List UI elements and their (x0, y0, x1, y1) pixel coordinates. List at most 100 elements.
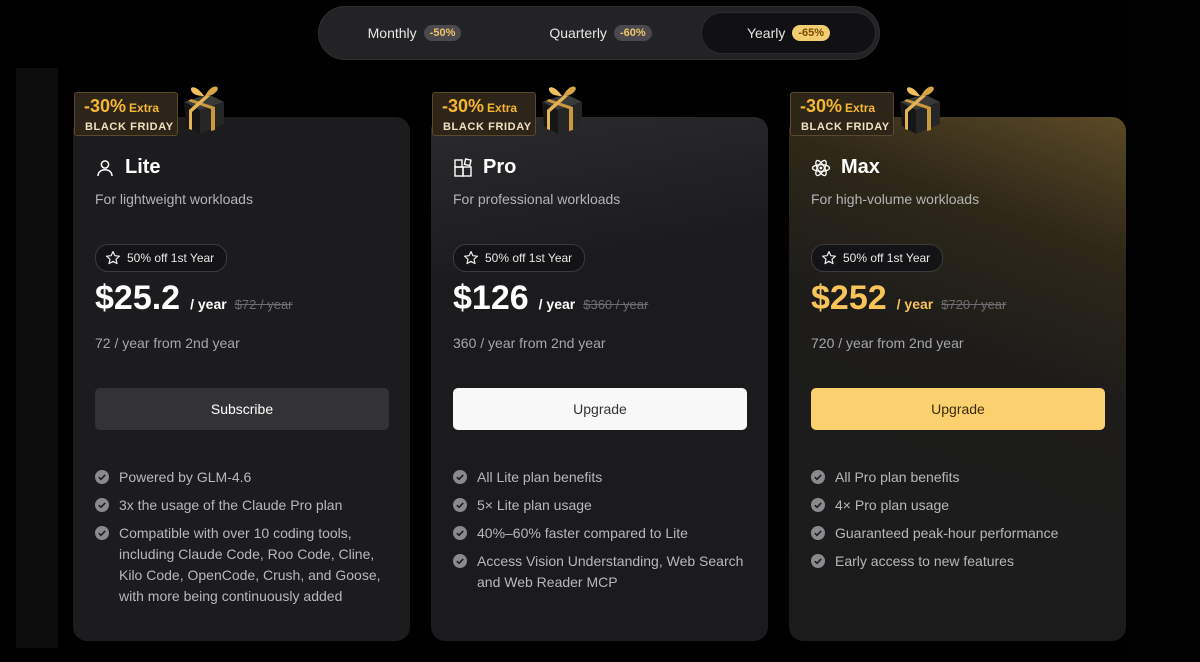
price-row: $126 / year $360 / year (453, 279, 648, 318)
upgrade-button[interactable]: Upgrade (811, 388, 1105, 430)
list-item: All Lite plan benefits (453, 467, 753, 488)
check-circle-icon (453, 526, 467, 540)
plan-header: Max (811, 156, 880, 179)
price-row: $25.2 / year $72 / year (95, 279, 293, 318)
plan-header: Pro (453, 156, 516, 179)
feature-text: All Lite plan benefits (477, 469, 603, 485)
list-item: Access Vision Understanding, Web Search … (453, 551, 753, 593)
promo-event: BLACK FRIDAY (85, 121, 174, 133)
plan-name: Max (841, 156, 880, 178)
renewal-price: 360 / year from 2nd year (453, 335, 606, 351)
feature-text: 40%–60% faster compared to Lite (477, 525, 688, 541)
original-price: $360 / year (583, 297, 649, 312)
price-period: / year (538, 296, 576, 312)
check-circle-icon (453, 470, 467, 484)
list-item: Compatible with over 10 coding tools, in… (95, 523, 395, 607)
list-item: 3x the usage of the Claude Pro plan (95, 495, 395, 516)
promo-percent: -30% (442, 96, 485, 116)
star-icon (822, 251, 836, 265)
feature-text: Early access to new features (835, 553, 1014, 569)
left-side-panel (16, 68, 58, 648)
check-circle-icon (811, 498, 825, 512)
toggle-yearly-discount: -65% (792, 25, 831, 41)
feature-text: Guaranteed peak-hour performance (835, 525, 1059, 541)
original-price: $720 / year (941, 297, 1007, 312)
discount-badge: 50% off 1st Year (811, 244, 944, 272)
plan-description: For professional workloads (453, 191, 621, 207)
toggle-monthly-discount: -50% (423, 25, 462, 41)
feature-list: All Pro plan benefits 4× Pro plan usage … (811, 467, 1111, 579)
plan-description: For lightweight workloads (95, 191, 253, 207)
promo-event: BLACK FRIDAY (443, 121, 532, 133)
star-icon (106, 251, 120, 265)
price: $25.2 (95, 279, 181, 317)
gift-box-icon (542, 86, 582, 134)
feature-text: Compatible with over 10 coding tools, in… (119, 525, 381, 604)
toggle-yearly-label: Yearly (746, 25, 786, 41)
plan-card-pro: Pro For professional workloads 50% off 1… (431, 117, 768, 641)
discount-badge: 50% off 1st Year (453, 244, 586, 272)
check-circle-icon (453, 554, 467, 568)
plan-card-max: Max For high-volume workloads 50% off 1s… (789, 117, 1126, 641)
discount-badge-label: 50% off 1st Year (127, 251, 215, 265)
toggle-quarterly-label: Quarterly (549, 25, 607, 41)
upgrade-button[interactable]: Upgrade (453, 388, 747, 430)
promo-event: BLACK FRIDAY (801, 121, 890, 133)
list-item: All Pro plan benefits (811, 467, 1111, 488)
feature-text: All Pro plan benefits (835, 469, 960, 485)
apps-icon (454, 157, 472, 177)
promo-label-box: -30% Extra BLACK FRIDAY (790, 92, 894, 136)
promo-extra: Extra (845, 101, 876, 115)
feature-list: Powered by GLM-4.6 3x the usage of the C… (95, 467, 395, 614)
right-edge-shade (1128, 0, 1200, 662)
check-circle-icon (95, 498, 109, 512)
list-item: Early access to new features (811, 551, 1111, 572)
list-item: 4× Pro plan usage (811, 495, 1111, 516)
promo-discount-line: -30% Extra (800, 96, 875, 117)
toggle-quarterly-discount: -60% (613, 25, 652, 41)
check-circle-icon (453, 498, 467, 512)
check-circle-icon (95, 470, 109, 484)
plan-header: Lite (95, 156, 161, 179)
list-item: Powered by GLM-4.6 (95, 467, 395, 488)
plan-name: Pro (483, 156, 517, 178)
toggle-quarterly[interactable]: Quarterly -60% (513, 12, 688, 54)
promo-percent: -30% (84, 96, 127, 116)
feature-text: Access Vision Understanding, Web Search … (477, 553, 744, 590)
toggle-monthly[interactable]: Monthly -50% (327, 12, 502, 54)
price-row: $252 / year $720 / year (811, 279, 1006, 318)
gift-box-icon (900, 86, 940, 134)
feature-text: 4× Pro plan usage (835, 497, 950, 513)
check-circle-icon (811, 554, 825, 568)
list-item: 5× Lite plan usage (453, 495, 753, 516)
price: $126 (453, 279, 529, 317)
renewal-price: 720 / year from 2nd year (811, 335, 964, 351)
promo-discount-line: -30% Extra (442, 96, 517, 117)
subscribe-button[interactable]: Subscribe (95, 388, 389, 430)
discount-badge-label: 50% off 1st Year (485, 251, 573, 265)
price: $252 (811, 279, 887, 317)
feature-text: Powered by GLM-4.6 (119, 469, 252, 485)
black-friday-promo-tag: -30% Extra BLACK FRIDAY (432, 86, 582, 136)
list-item: 40%–60% faster compared to Lite (453, 523, 753, 544)
plan-name: Lite (125, 156, 161, 178)
original-price: $72 / year (234, 297, 293, 312)
discount-badge: 50% off 1st Year (95, 244, 228, 272)
black-friday-promo-tag: -30% Extra BLACK FRIDAY (74, 86, 224, 136)
promo-label-box: -30% Extra BLACK FRIDAY (432, 92, 536, 136)
check-circle-icon (95, 526, 109, 540)
star-icon (464, 251, 478, 265)
price-period: / year (190, 296, 227, 312)
billing-period-toggle: Monthly -50% Quarterly -60% Yearly -65% (318, 6, 880, 60)
gift-box-icon (184, 86, 224, 134)
toggle-monthly-label: Monthly (367, 25, 417, 41)
check-circle-icon (811, 526, 825, 540)
promo-extra: Extra (129, 101, 160, 115)
renewal-price: 72 / year from 2nd year (95, 335, 240, 351)
discount-badge-label: 50% off 1st Year (843, 251, 931, 265)
toggle-yearly[interactable]: Yearly -65% (701, 12, 876, 54)
plan-description: For high-volume workloads (811, 191, 980, 207)
atom-icon (811, 159, 831, 176)
user-icon (97, 159, 113, 176)
list-item: Guaranteed peak-hour performance (811, 523, 1111, 544)
